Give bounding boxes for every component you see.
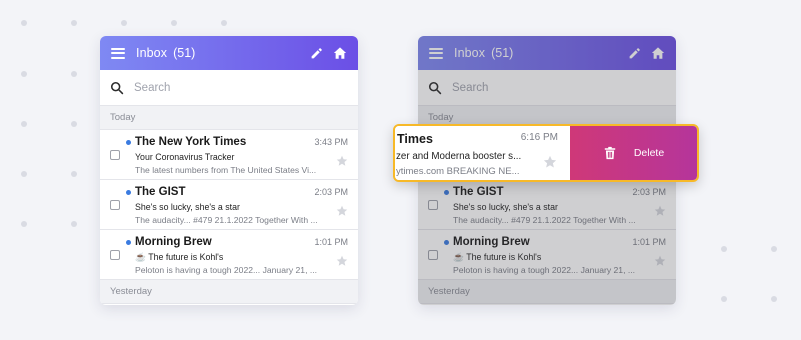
app-header: Inbox (51) — [418, 36, 676, 70]
delete-button[interactable]: Delete — [570, 126, 697, 180]
delete-label: Delete — [633, 147, 665, 159]
email-time: 6:16 PM — [520, 132, 558, 143]
unread-indicator — [126, 190, 131, 195]
email-subject: Your Coronavirus Tracker — [135, 152, 235, 162]
unread-indicator — [444, 190, 449, 195]
email-time: 2:03 PM — [314, 187, 348, 197]
section-header-yesterday: Yesterday — [418, 280, 676, 304]
home-icon[interactable] — [651, 46, 665, 60]
unread-indicator — [444, 240, 449, 245]
email-time: 1:01 PM — [632, 237, 666, 247]
star-icon[interactable] — [654, 255, 666, 267]
email-preview: The audacity... #479 21.1.2022 Together … — [135, 215, 318, 225]
inbox-panel-default: Inbox (51) Today The New York Times 3:43… — [100, 36, 358, 305]
email-row[interactable]: The GIST 2:03 PM She's so lucky, she's a… — [100, 180, 358, 230]
unread-indicator — [126, 140, 131, 145]
search-input[interactable] — [134, 81, 334, 94]
email-subject: zer and Moderna booster s... — [396, 151, 522, 162]
search-bar — [100, 70, 358, 106]
background-dot — [221, 20, 227, 26]
section-header-today: Today — [100, 106, 358, 130]
select-checkbox[interactable] — [110, 200, 120, 210]
swiped-email-card[interactable]: Times 6:16 PM zer and Moderna booster s.… — [393, 124, 699, 182]
background-dot — [71, 20, 77, 26]
pencil-icon[interactable] — [309, 46, 323, 60]
inbox-title: Inbox — [454, 46, 486, 60]
email-sender: The GIST — [135, 186, 186, 198]
background-dot — [21, 71, 27, 77]
email-preview: Peloton is having a tough 2022... Januar… — [453, 265, 636, 275]
background-dot — [771, 296, 777, 302]
home-icon[interactable] — [333, 46, 347, 60]
email-preview: Peloton is having a tough 2022... Januar… — [135, 265, 318, 275]
background-dot — [21, 121, 27, 127]
email-subject: ☕ The future is Kohl's — [135, 252, 224, 262]
inbox-count: (51) — [491, 46, 514, 60]
select-checkbox[interactable] — [428, 200, 438, 210]
inbox-count: (51) — [173, 46, 196, 60]
email-row[interactable]: Morning Brew 1:01 PM ☕ The future is Koh… — [418, 230, 676, 280]
background-dot — [721, 246, 727, 252]
email-subject: She's so lucky, she's a star — [453, 202, 558, 212]
trash-icon — [604, 146, 616, 160]
select-checkbox[interactable] — [110, 250, 120, 260]
background-dot — [21, 221, 27, 227]
email-row[interactable]: The New York Times 3:43 PM Your Coronavi… — [100, 130, 358, 180]
email-sender: Morning Brew — [135, 236, 212, 248]
app-header: Inbox (51) — [100, 36, 358, 70]
unread-indicator — [126, 240, 131, 245]
hamburger-menu-icon[interactable] — [429, 47, 443, 59]
background-dot — [721, 296, 727, 302]
email-time: 3:43 PM — [314, 137, 348, 147]
section-header-yesterday: Yesterday — [100, 280, 358, 304]
email-sender: The New York Times — [135, 136, 247, 148]
search-bar — [418, 70, 676, 106]
star-icon[interactable] — [654, 205, 666, 217]
star-icon[interactable] — [336, 205, 348, 217]
email-sender: Times — [397, 132, 433, 146]
background-dot — [771, 246, 777, 252]
background-dot — [21, 171, 27, 177]
email-subject: She's so lucky, she's a star — [135, 202, 240, 212]
email-sender: Morning Brew — [453, 236, 530, 248]
swiped-email-content[interactable]: Times 6:16 PM zer and Moderna booster s.… — [395, 126, 570, 180]
hamburger-menu-icon[interactable] — [111, 47, 125, 59]
background-dot — [171, 20, 177, 26]
star-icon[interactable] — [543, 155, 557, 169]
inbox-title: Inbox — [136, 46, 168, 60]
select-checkbox[interactable] — [428, 250, 438, 260]
background-dot — [21, 20, 27, 26]
pencil-icon[interactable] — [627, 46, 641, 60]
email-preview: ytimes.com BREAKING NE... — [396, 166, 520, 177]
email-preview: The latest numbers from The United State… — [135, 165, 317, 175]
background-dot — [121, 20, 127, 26]
search-input[interactable] — [452, 81, 652, 94]
background-dot — [71, 171, 77, 177]
background-dot — [71, 71, 77, 77]
email-time: 1:01 PM — [314, 237, 348, 247]
background-dot — [71, 221, 77, 227]
email-subject: ☕ The future is Kohl's — [453, 252, 542, 262]
email-row[interactable]: Morning Brew 1:01 PM ☕ The future is Koh… — [100, 230, 358, 280]
email-time: 2:03 PM — [632, 187, 666, 197]
email-preview: The audacity... #479 21.1.2022 Together … — [453, 215, 636, 225]
email-row[interactable]: The GIST 2:03 PM She's so lucky, she's a… — [418, 180, 676, 230]
select-checkbox[interactable] — [110, 150, 120, 160]
star-icon[interactable] — [336, 155, 348, 167]
email-sender: The GIST — [453, 186, 504, 198]
background-dot — [71, 121, 77, 127]
search-icon — [110, 81, 124, 94]
star-icon[interactable] — [336, 255, 348, 267]
search-icon — [428, 81, 442, 94]
